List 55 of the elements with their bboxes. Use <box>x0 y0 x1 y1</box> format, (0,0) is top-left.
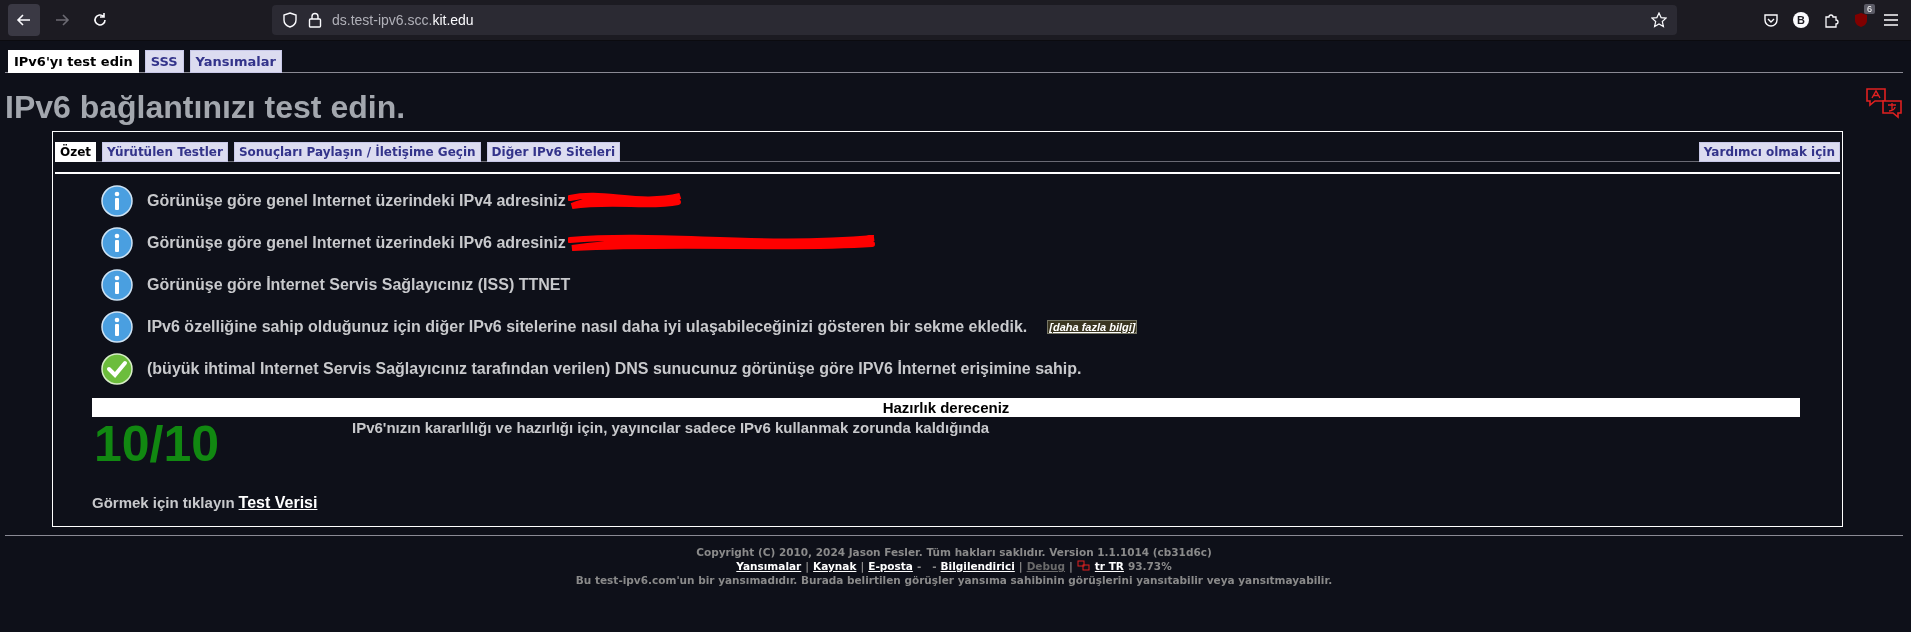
separator-text: | <box>1069 560 1073 572</box>
site-tab[interactable]: Yansımalar <box>189 50 282 73</box>
menu-icon[interactable] <box>1883 13 1899 27</box>
translation-percent: 93.73% <box>1127 560 1172 572</box>
page-heading: IPv6 bağlantınızı test edin. <box>5 89 406 126</box>
copyright-text: Copyright (C) 2010, 2024 Jason Fesler. Tüm hakları saklıdır. Version 1.1.1014 (cb31d6c) <box>696 546 1212 558</box>
profile-avatar[interactable]: B <box>1793 12 1809 28</box>
mirror-disclaimer: Bu test-ipv6.com'un bir yansımadıdır. Burada belirtilen görüşler yansıma sahibinin görüşlerini yansıtabilir veya yansıtmayabilir. <box>575 574 1333 586</box>
translate-icon[interactable] <box>1865 87 1903 121</box>
readiness-score: 10/10 <box>94 417 221 472</box>
footer-link[interactable]: Bilgilendirici <box>940 560 1015 572</box>
site-tab[interactable]: SSS <box>144 50 184 73</box>
test-data-link[interactable]: Test Verisi <box>238 494 318 512</box>
left-arrow-icon[interactable] <box>16 12 32 28</box>
site-tab[interactable]: IPv6'yı test edin <box>8 50 139 73</box>
result-text: Görünüşe göre genel Internet üzerindeki IPv4 adresiniz <box>147 192 566 210</box>
pocket-icon[interactable] <box>1763 12 1779 28</box>
separator-text: | <box>805 560 810 572</box>
separator-text: | <box>860 560 865 572</box>
panel-tab[interactable]: Sonuçları Paylaşın / İletişime Geçin <box>233 142 481 162</box>
panel-tab[interactable]: Özet <box>55 142 97 162</box>
readiness-description: IPv6'nızın kararlılığı ve hazırlığı için, yayıncılar sadece IPv6 kullanmak zorunda kaldığında <box>352 419 990 436</box>
footer-link[interactable]: Kaynak <box>813 560 857 572</box>
panel-tab[interactable]: Diğer IPv6 Siteleri <box>486 142 621 162</box>
check-icon <box>101 353 133 385</box>
info-icon <box>101 185 133 217</box>
more-info-link[interactable]: [daha fazla bilgi] <box>1047 320 1138 334</box>
info-icon <box>101 227 133 259</box>
readiness-header: Hazırlık dereceniz <box>92 398 1800 417</box>
panel-tab[interactable]: Yardımcı olmak için <box>1698 142 1840 162</box>
info-icon <box>101 311 133 343</box>
separator-text: - - <box>916 560 937 572</box>
shield-icon[interactable] <box>282 12 298 28</box>
address-bar[interactable]: ds.test-ipv6.scc.kit.edu <box>272 5 1677 35</box>
reload-icon[interactable] <box>92 12 108 28</box>
footer-link[interactable]: Debug <box>1026 560 1065 572</box>
info-icon <box>101 269 133 301</box>
shield-extension-icon[interactable] <box>1853 12 1869 28</box>
panel-tab[interactable]: Yürütülen Testler <box>102 142 228 162</box>
url-text[interactable]: ds.test-ipv6.scc.kit.edu <box>332 12 1641 28</box>
test-data-prompt: Görmek için tıklayın <box>92 494 235 511</box>
back-button[interactable] <box>8 4 40 36</box>
lock-icon[interactable] <box>308 12 322 28</box>
puzzle-icon[interactable] <box>1823 12 1839 28</box>
result-text: Görünüşe göre İnternet Servis Sağlayıcınız (ISS) TTNET <box>147 276 571 294</box>
footer-link[interactable]: Yansımalar <box>736 560 802 572</box>
language-icon <box>1076 560 1091 572</box>
result-text: IPv6 özelliğine sahip olduğunuz için diğer IPv6 sitelerine nasıl daha iyi ulaşabileceğinizi gösteren bir sekme ekledik. <box>147 318 1028 336</box>
result-text: (büyük ihtimal Internet Servis Sağlayıcınız tarafından verilen) DNS sunucunuz görünüşe göre IPV6 İnternet erişimine sahip. <box>147 360 1082 378</box>
separator-text: | <box>1018 560 1023 572</box>
locale-link[interactable]: tr TR <box>1094 560 1124 572</box>
extension-badge: 6 <box>1864 4 1875 14</box>
footer-link[interactable]: E-posta <box>868 560 913 572</box>
result-text: Görünüşe göre genel Internet üzerindeki IPv6 adresiniz <box>147 234 566 252</box>
star-icon[interactable] <box>1651 12 1667 28</box>
